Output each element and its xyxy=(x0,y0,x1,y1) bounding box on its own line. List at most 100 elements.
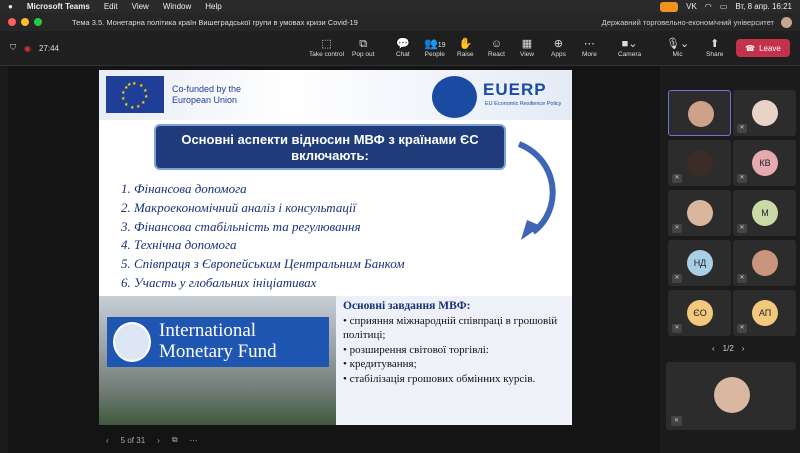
menubar-datetime[interactable]: Вт, 8 апр. 16:21 xyxy=(735,2,792,11)
react-label: React xyxy=(488,51,505,58)
view-label: View xyxy=(520,51,534,58)
aspects-list: 1. Фінансова допомога 2. Макроекономічни… xyxy=(121,180,541,293)
gallery-pager: ‹ 1/2 › xyxy=(712,344,744,353)
participant-tile[interactable]: ✕ xyxy=(668,190,731,236)
share-button[interactable]: ⬆ Share xyxy=(706,37,723,58)
eu-text-line2: European Union xyxy=(172,95,238,105)
take-control-button[interactable]: ⬚ Take control xyxy=(309,37,344,58)
menu-edit[interactable]: Edit xyxy=(104,2,118,11)
pop-out-label: Pop out xyxy=(352,51,375,58)
maximize-window-button[interactable] xyxy=(34,18,42,26)
prev-slide-icon[interactable]: ‹ xyxy=(106,436,109,445)
eu-text-line1: Co-funded by the xyxy=(172,84,242,94)
menu-view[interactable]: View xyxy=(132,2,149,11)
share-label: Share xyxy=(706,51,724,58)
wifi-icon[interactable]: ◠ xyxy=(705,2,712,11)
vk-icon[interactable]: VK xyxy=(686,2,697,11)
leave-button[interactable]: ☎ Leave xyxy=(736,39,790,57)
camera-button[interactable]: ■⌄ Camera xyxy=(618,37,641,58)
react-button[interactable]: ☺ React xyxy=(488,37,505,58)
mic-muted-icon: ✕ xyxy=(671,416,682,426)
participant-tile[interactable]: АП ✕ xyxy=(733,290,796,336)
participant-tile[interactable]: ✕ xyxy=(733,240,796,286)
mic-muted-icon: ✕ xyxy=(672,274,682,283)
participant-tile[interactable]: НД ✕ xyxy=(668,240,731,286)
participant-initials: КВ xyxy=(752,150,778,176)
recording-icon[interactable]: ◉ xyxy=(24,44,31,53)
task-item: • стабілізація грошових обмінних курсів. xyxy=(343,372,536,385)
shield-icon[interactable]: ⛉ xyxy=(10,43,16,53)
participant-tile[interactable]: ✕ xyxy=(733,90,796,136)
macos-menubar: ● Microsoft Teams Edit View Window Help … xyxy=(0,0,800,13)
participant-avatar xyxy=(687,150,713,176)
pager-prev-icon[interactable]: ‹ xyxy=(712,344,715,353)
eu-flag-logo: ★ ★ ★ ★ ★ ★ ★ ★ ★ ★ ★ ★ xyxy=(106,76,164,113)
raise-hand-button[interactable]: ✋ Raise xyxy=(457,37,474,58)
list-item: 2. Макроекономічний аналіз і консультаці… xyxy=(121,199,357,215)
pop-out-button[interactable]: ⧉ Pop out xyxy=(352,37,374,58)
slide-heading-line2: включають: xyxy=(291,148,369,163)
participant-initials: АП xyxy=(752,300,778,326)
eu-stars-icon: ★ ★★★ ★★★★ ★★★★ xyxy=(121,81,149,111)
battery-icon[interactable]: ▭ xyxy=(720,2,728,11)
slide-counter: 5 of 31 xyxy=(120,435,146,445)
svg-text:★: ★ xyxy=(130,105,135,111)
participant-avatar xyxy=(752,250,778,276)
meeting-toolbar: ⛉ ◉ 27:44 ⬚ Take control ⧉ Pop out 💬 Cha… xyxy=(0,31,800,66)
imf-banner-text: International Monetary Fund xyxy=(159,320,277,362)
mic-muted-icon: ✕ xyxy=(672,324,682,333)
menu-window[interactable]: Window xyxy=(163,2,191,11)
mic-active-indicator[interactable] xyxy=(660,1,679,12)
people-button[interactable]: 👥19 People xyxy=(424,37,446,58)
participant-tile[interactable]: КВ ✕ xyxy=(733,140,796,186)
menubar-app-name[interactable]: Microsoft Teams xyxy=(27,2,90,11)
account-avatar[interactable] xyxy=(781,16,792,28)
close-window-button[interactable] xyxy=(8,18,16,26)
apps-label: Apps xyxy=(551,51,566,58)
participant-tile-active-speaker[interactable] xyxy=(668,90,731,136)
apps-button[interactable]: ⊕ Apps xyxy=(551,37,566,58)
camera-label: Camera xyxy=(618,51,642,58)
menu-help[interactable]: Help xyxy=(205,2,221,11)
mic-muted-icon: ✕ xyxy=(737,174,747,183)
more-options-icon[interactable]: ⋯ xyxy=(190,436,198,445)
participant-initials: М xyxy=(752,200,778,226)
meeting-title: Тема 3.5. Монетарна політика країн Вишег… xyxy=(72,17,358,27)
mic-button[interactable]: 🎙⌄ Mic xyxy=(666,37,689,58)
slide-navigation: ‹ 5 of 31 › ⧉ ⋯ xyxy=(106,435,198,445)
participant-tile[interactable]: М ✕ xyxy=(733,190,796,236)
imf-seal-icon xyxy=(113,322,151,362)
more-icon: ⋯ xyxy=(583,38,595,50)
view-button[interactable]: ▦ View xyxy=(520,37,534,58)
participant-tile[interactable]: ✕ xyxy=(668,140,731,186)
svg-text:★: ★ xyxy=(121,96,126,102)
window-titlebar: Тема 3.5. Монетарна політика країн Вишег… xyxy=(0,13,800,31)
task-item: • кредитування; xyxy=(343,358,417,370)
chat-button[interactable]: 💬 Chat xyxy=(396,37,410,58)
next-slide-icon[interactable]: › xyxy=(157,436,160,445)
people-icon: 👥19 xyxy=(424,38,446,50)
svg-text:★: ★ xyxy=(124,102,129,108)
mic-muted-icon: ✕ xyxy=(672,174,682,183)
euerp-subtitle: EU Economic Resilience Policy xyxy=(485,101,562,107)
more-button[interactable]: ⋯ More xyxy=(582,37,597,58)
mic-muted-icon: ✕ xyxy=(737,274,747,283)
pager-next-icon[interactable]: › xyxy=(742,344,745,353)
org-name[interactable]: Державний торговельно-економічний універ… xyxy=(602,18,774,27)
participant-avatar xyxy=(687,200,713,226)
view-icon: ▦ xyxy=(521,38,533,50)
grid-view-icon[interactable]: ⧉ xyxy=(172,435,178,445)
svg-text:★: ★ xyxy=(127,82,132,88)
apple-icon[interactable]: ● xyxy=(8,2,13,11)
participant-tile[interactable]: ЄО ✕ xyxy=(668,290,731,336)
chat-icon: 💬 xyxy=(396,38,410,50)
meeting-timer: 27:44 xyxy=(38,43,60,53)
minimize-window-button[interactable] xyxy=(21,18,29,26)
mic-muted-icon: ✕ xyxy=(737,324,747,333)
svg-text:★: ★ xyxy=(132,81,137,87)
euerp-title: EUERP xyxy=(483,80,547,99)
self-view-tile[interactable]: ✕ xyxy=(666,362,796,430)
list-item: 6. Участь у глобальних ініціативах xyxy=(121,274,317,290)
eu-cofunded-text: Co-funded by the European Union xyxy=(172,84,241,106)
camera-icon: ■⌄ xyxy=(621,38,638,50)
